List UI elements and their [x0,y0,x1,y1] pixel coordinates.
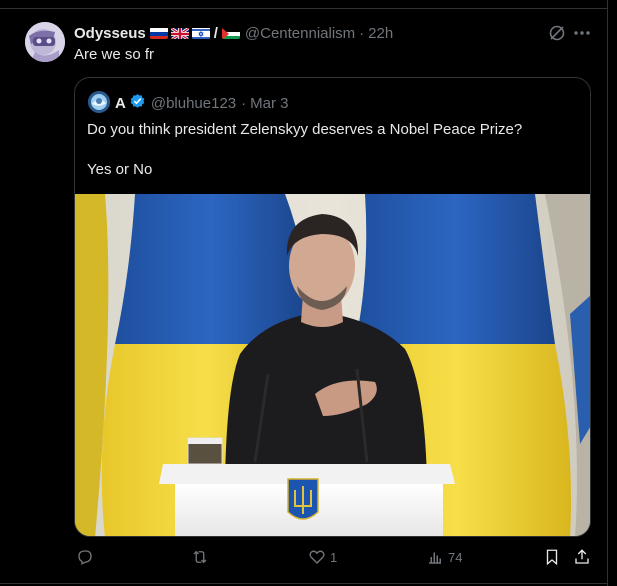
quoted-text: Do you think president Zelenskyy deserve… [87,120,582,180]
post-time[interactable]: 22h [368,25,393,42]
palestine-flag-icon [221,27,240,39]
quoted-author-name[interactable]: A [115,95,126,112]
post-header: Odysseus / @Centennialism · 22h [74,23,393,43]
quoted-line-2: Yes or No [87,161,153,178]
bookmark-button[interactable] [543,548,561,566]
share-button[interactable] [573,548,591,566]
views-count: 74 [448,549,463,565]
views-icon [426,548,444,566]
separator-dot: · [359,24,365,42]
grok-icon[interactable] [548,24,566,47]
flag-separator: / [213,24,218,42]
quoted-post[interactable]: A @bluhue123 · Mar 3 Do you think presid… [74,77,591,537]
repost-button[interactable] [191,548,213,566]
share-icon [573,548,591,566]
author-display-name[interactable]: Odysseus [74,25,146,42]
like-count: 1 [330,549,338,565]
divider-bottom [0,583,607,584]
russia-flag-icon [149,27,168,39]
separator-dot: · [241,95,247,112]
quoted-media-image[interactable] [75,194,590,536]
quoted-author-avatar[interactable] [88,91,110,113]
uk-flag-icon [170,27,189,39]
divider-right [607,0,608,586]
repost-icon [191,548,209,566]
quoted-line-1: Do you think president Zelenskyy deserve… [87,121,523,138]
like-icon [308,548,326,566]
more-icon[interactable] [573,24,591,47]
quoted-header: A @bluhue123 · Mar 3 [115,93,289,114]
action-bar: 1 74 [74,548,594,572]
views-button[interactable]: 74 [426,548,462,566]
quoted-date[interactable]: Mar 3 [250,95,288,112]
author-handle[interactable]: @Centennialism [245,25,355,42]
like-button[interactable]: 1 [308,548,337,566]
reply-icon [76,548,94,566]
post-text: Are we so fr [74,46,155,63]
divider-top [0,8,607,9]
quoted-author-handle[interactable]: @bluhue123 [151,95,236,112]
israel-flag-icon [191,27,210,39]
author-avatar[interactable] [25,22,65,62]
verified-badge-icon [129,93,146,114]
bookmark-icon [543,548,561,566]
reply-button[interactable] [76,548,98,566]
name-flags: / [149,24,240,42]
